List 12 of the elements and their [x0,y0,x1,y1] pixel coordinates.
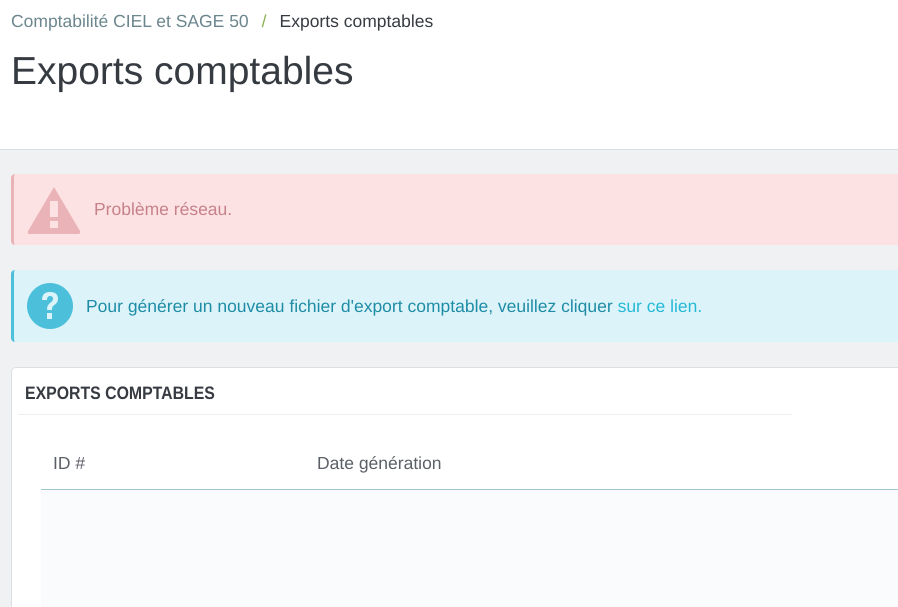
column-header: ID # [52,452,86,474]
warning-icon [26,184,82,234]
breadcrumb-separator: / [262,11,267,32]
alert-message: Problème réseau. [94,199,232,220]
breadcrumb-current: Exports comptables [280,11,434,32]
page-title: Exports comptables [11,50,354,94]
question-icon [26,282,74,330]
column-header: Date génération [317,452,442,474]
alert-message: Pour générer un nouveau fichier d'export comptable, veuillez cliquer sur ce lien. [86,296,702,316]
panel-title: EXPORTS COMPTABLES [18,368,792,415]
link[interactable]: sur ce lien. [618,296,702,316]
breadcrumb-link[interactable]: Comptabilité CIEL et SAGE 50 [11,11,249,32]
